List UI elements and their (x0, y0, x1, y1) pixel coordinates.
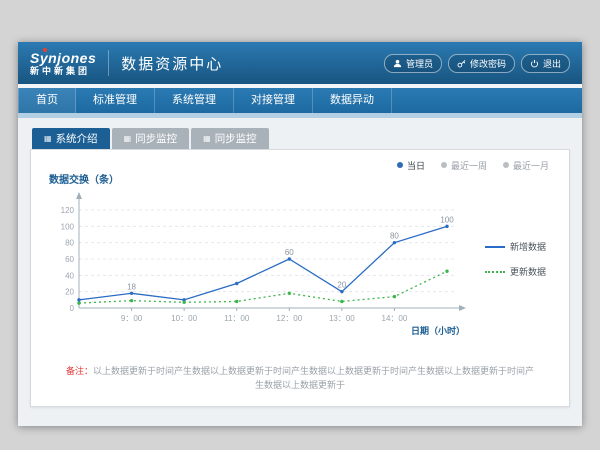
svg-text:14：00: 14：00 (382, 314, 408, 323)
change-password-label: 修改密码 (470, 57, 506, 70)
header-actions: 管理员 修改密码 退出 (384, 54, 570, 73)
admin-user-button[interactable]: 管理员 (384, 54, 442, 73)
change-password-button[interactable]: 修改密码 (448, 54, 515, 73)
content-area: ▦ 系统介绍 ▦ 同步监控 ▦ 同步监控 当日 最近一周 (18, 118, 582, 426)
chart-panel: 当日 最近一周 最近一月 数据交换（条） 0 20 40 60 80 100 120 9：00… (30, 149, 570, 407)
svg-text:100: 100 (440, 215, 454, 224)
main-nav: 首页 标准管理 系统管理 对接管理 数据异动 (18, 88, 582, 113)
admin-user-label: 管理员 (406, 57, 433, 70)
svg-text:100: 100 (61, 222, 75, 231)
svg-text:11：00: 11：00 (224, 314, 250, 323)
line-chart: 0 20 40 60 80 100 120 9：00 10：00 11：00 12：00 13：00 1… (45, 186, 475, 338)
svg-text:120: 120 (61, 206, 75, 215)
legend-new-data[interactable]: 新增数据 (485, 240, 546, 253)
legend-dot (397, 162, 403, 168)
svg-text:0: 0 (70, 304, 75, 313)
logo-company-name: 新中新集团 (30, 66, 96, 76)
range-filter-group: 当日 最近一周 最近一月 (45, 156, 555, 170)
y-axis-title: 数据交换（条） (49, 171, 555, 186)
filter-label: 最近一月 (513, 159, 549, 172)
svg-text:20: 20 (65, 288, 74, 297)
user-icon (393, 59, 402, 68)
svg-text:80: 80 (65, 239, 74, 248)
svg-text:40: 40 (65, 271, 74, 280)
dotted-line-icon (485, 271, 505, 273)
grid-icon: ▦ (44, 134, 52, 143)
footnote-text: 以上数据更新于时间产生数据以上数据更新于时间产生数据以上数据更新于时间产生数据以… (93, 366, 534, 390)
nav-item-integration-mgmt[interactable]: 对接管理 (234, 88, 313, 113)
svg-text:日期（小时）: 日期（小时） (411, 325, 465, 336)
svg-text:80: 80 (390, 232, 399, 241)
svg-text:60: 60 (285, 248, 294, 257)
tab-bar: ▦ 系统介绍 ▦ 同步监控 ▦ 同步监控 (32, 128, 570, 149)
desktop-background: { "header": { "logo_name": "Synjones", "… (0, 0, 600, 450)
logout-label: 退出 (543, 57, 561, 70)
svg-text:12：00: 12：00 (276, 314, 302, 323)
logo-wordmark: Synjones (30, 50, 96, 66)
svg-text:10：00: 10：00 (171, 314, 197, 323)
tab-system-intro[interactable]: ▦ 系统介绍 (32, 128, 110, 149)
tab-label: 同步监控 (135, 131, 177, 146)
page-title: 数据资源中心 (121, 53, 223, 74)
key-icon (457, 59, 466, 68)
chart-row: 0 20 40 60 80 100 120 9：00 10：00 11：00 12：00 13：00 1… (45, 186, 555, 338)
nav-item-home[interactable]: 首页 (18, 88, 76, 113)
header-divider (108, 50, 109, 76)
grid-icon: ▦ (124, 134, 132, 143)
svg-text:20: 20 (337, 281, 346, 290)
filter-today[interactable]: 当日 (397, 160, 425, 170)
power-icon (530, 59, 539, 68)
filter-last-month[interactable]: 最近一月 (503, 160, 549, 170)
nav-item-system-mgmt[interactable]: 系统管理 (155, 88, 234, 113)
nav-item-data-change[interactable]: 数据异动 (313, 88, 392, 113)
app-window: Synjones 新中新集团 数据资源中心 管理员 修改密码 (18, 42, 582, 426)
legend-update-data[interactable]: 更新数据 (485, 265, 546, 278)
logout-button[interactable]: 退出 (521, 54, 570, 73)
series-legend: 新增数据 更新数据 (485, 240, 546, 278)
filter-label: 当日 (407, 159, 425, 172)
legend-dot (441, 162, 447, 168)
tab-sync-monitor-2[interactable]: ▦ 同步监控 (191, 128, 269, 149)
tab-sync-monitor-1[interactable]: ▦ 同步监控 (112, 128, 190, 149)
company-logo: Synjones 新中新集团 (30, 50, 96, 76)
svg-text:13：00: 13：00 (329, 314, 355, 323)
series-label: 新增数据 (510, 240, 546, 253)
tab-label: 系统介绍 (56, 131, 98, 146)
tab-label: 同步监控 (215, 131, 257, 146)
svg-text:9：00: 9：00 (121, 314, 143, 323)
solid-line-icon (485, 246, 505, 248)
app-header: Synjones 新中新集团 数据资源中心 管理员 修改密码 (18, 42, 582, 84)
series-label: 更新数据 (510, 265, 546, 278)
legend-dot (503, 162, 509, 168)
svg-text:60: 60 (65, 255, 74, 264)
nav-item-standard-mgmt[interactable]: 标准管理 (76, 88, 155, 113)
filter-label: 最近一周 (451, 159, 487, 172)
footnote: 备注：以上数据更新于时间产生数据以上数据更新于时间产生数据以上数据更新于时间产生… (45, 364, 555, 393)
grid-icon: ▦ (203, 134, 211, 143)
footnote-label: 备注： (66, 366, 93, 376)
filter-last-week[interactable]: 最近一周 (441, 160, 487, 170)
svg-text:18: 18 (127, 282, 136, 291)
